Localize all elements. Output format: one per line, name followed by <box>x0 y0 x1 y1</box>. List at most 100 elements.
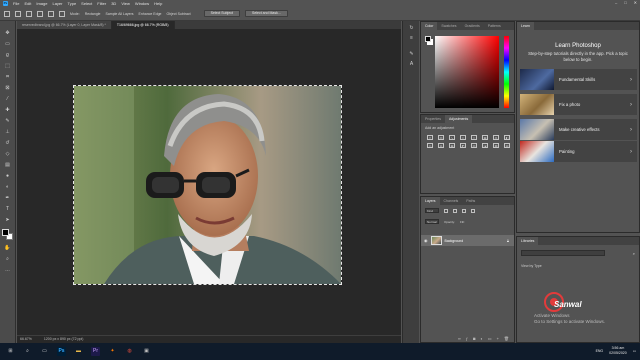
delete-layer-icon[interactable]: 🗑︎ <box>504 336 509 341</box>
menu-view[interactable]: View <box>121 1 130 6</box>
minimize-button[interactable]: – <box>615 0 617 5</box>
type-tool-icon[interactable]: T <box>4 206 11 212</box>
filter-pixel-icon[interactable] <box>444 208 448 213</box>
tab-gradients[interactable]: Gradients <box>461 22 484 30</box>
curves-icon[interactable]: ∿ <box>449 135 455 140</box>
select-subject-button[interactable]: Select Subject <box>203 10 240 17</box>
sample-all-layers-checkbox[interactable]: Sample All Layers <box>106 12 134 16</box>
clock[interactable]: 3:56 am 02/05/2020 <box>609 346 627 356</box>
keyboard-language[interactable]: ENG <box>596 349 604 354</box>
new-selection-icon[interactable] <box>26 10 32 17</box>
photo-filter-icon[interactable]: ◎ <box>427 143 433 148</box>
menu-image[interactable]: Image <box>36 1 47 6</box>
healing-brush-icon[interactable]: ✚ <box>4 107 11 113</box>
notifications-icon[interactable]: ▭ <box>633 349 636 354</box>
subtract-selection-icon[interactable] <box>48 10 54 17</box>
color-lookup-icon[interactable]: ▦ <box>449 143 455 148</box>
brush-settings-icon[interactable]: ✎ <box>408 51 415 57</box>
lasso-tool-icon[interactable]: ϱ <box>4 52 11 58</box>
doc-tab-reservedbrand[interactable]: reservedbrand.jpg @ 66.7% (Layer 0, Laye… <box>17 21 112 29</box>
chrome-taskbar-icon[interactable]: ◍ <box>125 347 134 356</box>
learn-card-painting[interactable]: Painting › <box>520 141 637 162</box>
brightness-contrast-icon[interactable]: ☀ <box>427 135 433 140</box>
tab-channels[interactable]: Channels <box>440 197 463 205</box>
home-icon[interactable] <box>4 10 10 17</box>
hue-slider[interactable] <box>504 36 509 108</box>
gradient-tool-icon[interactable]: ▤ <box>4 162 11 168</box>
object-selection-tool-icon[interactable] <box>15 10 21 17</box>
layer-kind-select[interactable]: Kind <box>425 208 439 213</box>
visibility-eye-icon[interactable]: ◉ <box>424 238 428 243</box>
new-layer-icon[interactable]: + <box>497 336 499 341</box>
tab-adjustments[interactable]: Adjustments <box>444 115 473 123</box>
blend-mode-select[interactable]: Normal <box>425 219 439 224</box>
fx-icon[interactable]: ƒ <box>466 336 468 341</box>
lock-icon[interactable]: 🔒︎ <box>507 238 509 243</box>
history-brush-icon[interactable]: ↺ <box>4 140 11 146</box>
clone-stamp-icon[interactable]: ⊥ <box>4 129 11 135</box>
posterize-icon[interactable]: ▨ <box>471 143 477 148</box>
character-icon[interactable]: A <box>408 61 415 67</box>
exposure-icon[interactable]: ± <box>460 135 466 140</box>
selective-color-icon[interactable]: ▩ <box>493 143 499 148</box>
threshold-icon[interactable]: ◪ <box>482 143 488 148</box>
file-explorer-icon[interactable]: ▬ <box>74 347 83 356</box>
menu-type[interactable]: Type <box>68 1 77 6</box>
canvas-area[interactable] <box>17 29 401 335</box>
foreground-color-swatch[interactable] <box>2 229 9 236</box>
app-taskbar-icon-2[interactable]: ▣ <box>142 347 151 356</box>
pen-tool-icon[interactable]: ✒ <box>4 195 11 201</box>
search-icon[interactable]: ⌕ <box>23 347 32 356</box>
new-adjustment-icon[interactable]: ◐ <box>480 336 482 341</box>
menu-help[interactable]: Help <box>154 1 162 6</box>
more-tools-icon[interactable]: … <box>4 267 11 273</box>
new-group-icon[interactable]: ▭ <box>488 336 492 341</box>
doc-tab-active[interactable]: T16/69666.jpg @ 66.7% (RGB/8) <box>111 21 175 29</box>
maximize-button[interactable]: □ <box>624 0 626 5</box>
windows-start-icon[interactable]: ⊞ <box>6 347 15 356</box>
learn-card-fundamental-skills[interactable]: Fundamental Skills › <box>520 69 637 90</box>
menu-select[interactable]: Select <box>81 1 92 6</box>
learn-card-creative-effects[interactable]: Make creative effects › <box>520 119 637 140</box>
premiere-taskbar-icon[interactable]: Pr <box>91 347 100 356</box>
marquee-tool-icon[interactable]: ▭ <box>4 41 11 47</box>
tab-color[interactable]: Color <box>421 22 438 30</box>
menu-filter[interactable]: Filter <box>97 1 106 6</box>
filter-shape-icon[interactable] <box>471 208 475 213</box>
brush-tool-icon[interactable]: ✎ <box>4 118 11 124</box>
app-taskbar-icon[interactable]: ✦ <box>108 347 117 356</box>
tab-properties[interactable]: Properties <box>421 115 445 123</box>
task-view-icon[interactable]: ▭ <box>40 347 49 356</box>
menu-window[interactable]: Window <box>135 1 149 6</box>
intersect-selection-icon[interactable] <box>59 10 65 17</box>
tab-paths[interactable]: Paths <box>462 197 479 205</box>
menu-layer[interactable]: Layer <box>52 1 62 6</box>
frame-tool-icon[interactable]: ⊠ <box>4 85 11 91</box>
filter-type-icon[interactable] <box>462 208 466 213</box>
panel-fg-swatch[interactable] <box>425 36 431 42</box>
invert-icon[interactable]: ◩ <box>460 143 466 148</box>
menu-3d[interactable]: 3D <box>111 1 116 6</box>
add-selection-icon[interactable] <box>37 10 43 17</box>
filter-adjust-icon[interactable] <box>453 208 457 213</box>
search-icon[interactable]: ⌕ <box>633 251 635 256</box>
link-layers-icon[interactable]: ∞ <box>458 336 461 341</box>
hue-saturation-icon[interactable]: ▦ <box>482 135 488 140</box>
document-image[interactable] <box>73 85 342 285</box>
vibrance-icon[interactable]: ▽ <box>471 135 477 140</box>
select-and-mask-button[interactable]: Select and Mask... <box>244 10 288 17</box>
tab-layers[interactable]: Layers <box>421 197 440 205</box>
black-white-icon[interactable]: ◧ <box>504 135 510 140</box>
eyedropper-tool-icon[interactable]: ⁄ <box>4 96 11 102</box>
blur-tool-icon[interactable]: ● <box>4 173 11 179</box>
path-select-icon[interactable]: ➤ <box>4 217 11 223</box>
close-button[interactable]: ✕ <box>634 0 637 5</box>
view-by-select[interactable]: View by Type <box>517 261 639 271</box>
zoom-level[interactable]: 66.67% <box>20 336 32 343</box>
object-select-tool-icon[interactable]: ⬚ <box>4 63 11 69</box>
properties-icon[interactable]: ≡ <box>408 35 415 41</box>
tab-patterns[interactable]: Patterns <box>484 22 505 30</box>
zoom-tool-icon[interactable]: ⌕ <box>4 256 11 262</box>
color-picker-field[interactable] <box>435 36 499 108</box>
color-balance-icon[interactable]: ⚖ <box>493 135 499 140</box>
